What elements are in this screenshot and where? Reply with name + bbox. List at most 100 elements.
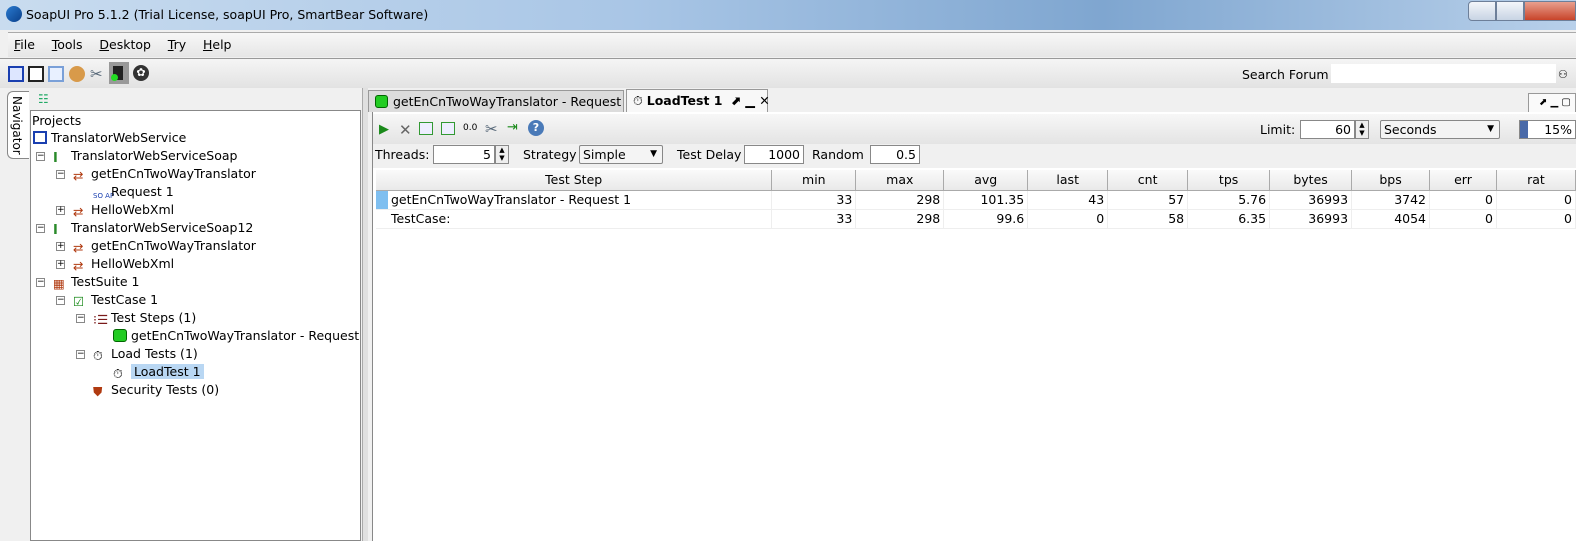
col-tps[interactable]: tps [1187,170,1271,191]
threads-stepper[interactable]: ▲ ▼ [495,145,509,164]
cell-bps: 4054 [1351,209,1431,229]
cell-tps: 6.35 [1187,209,1271,229]
tree-node-request[interactable]: SO APRequest 1 [93,183,174,200]
collapse-icon[interactable]: − [36,224,45,233]
export-icon[interactable]: ⇥ [507,120,523,136]
menu-desktop[interactable]: Desktop [99,37,151,52]
menu-bar: File Tools Desktop Try Help [8,32,1576,57]
threads-input[interactable]: 5 [433,145,495,164]
col-last[interactable]: last [1027,170,1109,191]
tree-view-icon[interactable]: ☷ [38,92,49,106]
new-project-icon[interactable] [8,66,24,82]
close-tab-icon[interactable]: ⬈ ▁ ✕ [730,93,769,108]
col-test-step[interactable]: Test Step [376,170,773,191]
test-delay-input[interactable]: 1000 [744,145,804,164]
menu-tools[interactable]: Tools [52,37,83,52]
tree-node-testcase[interactable]: ☑ TestCase 1 [73,291,158,309]
search-forum-input[interactable] [1331,64,1556,83]
binoculars-icon[interactable]: ⚇ [1558,68,1574,84]
minimize-button[interactable] [1468,1,1496,21]
collapse-icon[interactable]: − [36,278,45,287]
window-title: SoapUI Pro 5.1.2 (Trial License, soapUI … [26,7,429,22]
tab-request-1[interactable]: getEnCnTwoWayTranslator - Request 1 [368,90,633,112]
users-icon[interactable] [69,66,85,82]
cell-cnt: 58 [1107,209,1189,229]
col-max[interactable]: max [855,170,945,191]
main-toolbar: ✂ ✿ Search Forum ⚇ [0,58,1576,88]
menu-help[interactable]: Help [203,37,232,52]
col-bps[interactable]: bps [1351,170,1431,191]
random-input[interactable]: 0.5 [870,145,920,164]
stopwatch-icon: ⏱ [113,366,123,381]
tree-node-loadtests[interactable]: ⏱ Load Tests (1) [93,345,198,363]
tree-root-projects[interactable]: Projects [32,112,81,129]
expand-icon[interactable]: + [56,206,65,215]
col-bytes[interactable]: bytes [1269,170,1353,191]
table-row[interactable]: TestCase: 33 298 99.6 0 58 6.35 36993 4054 0 0 [376,209,1576,229]
tree-node-operation[interactable]: ⇄ getEnCnTwoWayTranslator [73,237,256,255]
limit-stepper[interactable]: ▲ ▼ [1355,120,1369,139]
statistics-graph-icon[interactable] [419,122,433,135]
preferences-icon[interactable]: ✂ [90,65,106,83]
progress-bar: 15% [1519,120,1576,139]
plugin-icon[interactable]: ✿ [133,65,149,81]
menu-file[interactable]: File [14,37,35,52]
run-icon[interactable]: ▶ [379,122,395,138]
tree-node-operation[interactable]: ⇄ HelloWebXml [73,201,174,219]
tree-node-operation[interactable]: ⇄ HelloWebXml [73,255,174,273]
tree-node-interface[interactable]: I TranslatorWebServiceSoap [53,147,237,166]
strategy-label: Strategy [523,147,577,162]
soap-teststep-icon [375,95,388,108]
col-rat[interactable]: rat [1496,170,1576,191]
cell-bytes: 36993 [1269,209,1353,229]
tree-node-project[interactable]: TranslatorWebService [33,129,186,146]
expand-icon[interactable]: + [56,242,65,251]
col-err[interactable]: err [1429,170,1497,191]
save-all-icon[interactable] [48,66,64,82]
collapse-icon[interactable]: − [76,314,85,323]
table-row[interactable]: getEnCnTwoWayTranslator - Request 1 33 298… [376,190,1576,210]
progress-text: 15% [1544,122,1572,137]
expand-icon[interactable]: + [56,260,65,269]
col-cnt[interactable]: cnt [1107,170,1189,191]
tree-node-securitytests[interactable]: ⛊ Security Tests (0) [93,381,219,399]
reset-statistics-icon[interactable]: 0.0 [463,123,479,139]
cell-avg: 101.35 [943,190,1029,210]
limit-unit-select[interactable]: Seconds [1380,120,1500,139]
tree-node-operation[interactable]: ⇄ getEnCnTwoWayTranslator [73,165,256,183]
cell-bps: 3742 [1351,190,1431,210]
history-graph-icon[interactable] [441,122,455,135]
soap-teststep-icon [113,329,127,342]
limit-input[interactable]: 60 [1300,120,1355,139]
import-project-icon[interactable] [28,66,44,82]
cell-rat: 0 [1496,190,1576,210]
navigator-tab[interactable]: Navigator [7,91,29,159]
tab-loadtest-1[interactable]: ⏱ LoadTest 1 ⬈ ▁ ✕ [626,89,770,113]
cancel-icon[interactable]: ✕ [399,121,415,139]
tree-node-testsuite[interactable]: ▦ TestSuite 1 [53,273,139,291]
loadtest-toolbar: ▶ ✕ 0.0 ✂ ⇥ ? Limit: 60 ▲▼ Seconds 15% [373,114,1576,144]
cell-err: 0 [1429,190,1497,210]
server-icon[interactable] [109,62,129,84]
tree-node-loadtest[interactable]: ⏱ LoadTest 1 [113,363,204,381]
collapse-icon[interactable]: − [56,296,65,305]
help-icon[interactable]: ? [528,120,544,136]
close-button[interactable] [1524,1,1576,21]
cell-max: 298 [855,209,945,229]
collapse-icon[interactable]: − [76,350,85,359]
menu-try[interactable]: Try [168,37,186,52]
operation-icon: ⇄ [73,258,84,273]
cell-max: 298 [855,190,945,210]
collapse-icon[interactable]: − [36,152,45,161]
collapse-icon[interactable]: − [56,170,65,179]
tree-node-teststep[interactable]: getEnCnTwoWayTranslator - Request 1 [113,327,371,344]
tree-node-teststeps[interactable]: ⁝☰ Test Steps (1) [93,309,196,327]
tree-node-interface[interactable]: I TranslatorWebServiceSoap12 [53,219,253,238]
window-controls[interactable]: ⬈ ▁ ▢ [1528,93,1576,113]
strategy-select[interactable]: Simple [579,145,663,164]
options-icon[interactable]: ✂ [485,120,501,138]
maximize-button[interactable] [1496,1,1524,21]
col-avg[interactable]: avg [943,170,1029,191]
col-min[interactable]: min [771,170,857,191]
cell-avg: 99.6 [943,209,1029,229]
